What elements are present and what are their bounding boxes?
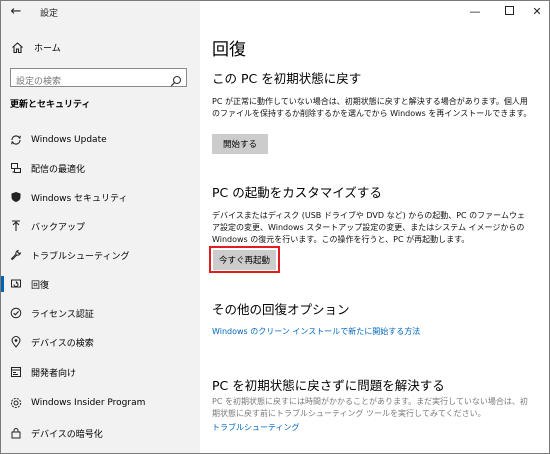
find-device-icon	[10, 336, 22, 348]
get-started-button[interactable]: 開始する	[212, 134, 268, 154]
sidebar-item-label: デバイスの暗号化	[31, 429, 103, 440]
fix-problems-heading: PC を初期状態に戻さずに問題を解決する	[212, 378, 445, 393]
sidebar-item-label: Windows セキュリティ	[31, 193, 128, 204]
restart-now-button[interactable]: 今すぐ再起動	[213, 250, 276, 270]
sidebar-item-delivery-optimization[interactable]: 配信の最適化	[1, 156, 200, 180]
sidebar-item-label: Windows Insider Program	[31, 398, 146, 408]
sidebar-item-label: 配信の最適化	[31, 164, 86, 175]
minimize-button[interactable]: —	[461, 2, 489, 22]
maximize-button[interactable]	[495, 2, 523, 22]
advanced-startup-description: デバイスまたはディスク (USB ドライブや DVD など) からの起動、PC …	[212, 211, 525, 244]
advanced-startup-heading: PC の起動をカスタマイズする	[212, 185, 382, 200]
sidebar-item-troubleshoot[interactable]: トラブルシューティング	[1, 243, 200, 267]
more-recovery-heading: その他の回復オプション	[212, 302, 350, 317]
troubleshoot-link[interactable]: トラブルシューティング	[212, 422, 300, 433]
fix-problems-description: PC を初期状態に戻すには時間がかかることがあります。まだ実行していない場合は、…	[212, 397, 528, 418]
sidebar-item-developers[interactable]: 開発者向け	[1, 360, 200, 384]
reset-description: PC が正常に動作していない場合は、初期状態に戻すと解決する場合があります。個人…	[212, 97, 532, 118]
activation-check-icon	[10, 307, 22, 319]
sidebar-item-label: デバイスの検索	[31, 338, 94, 349]
sync-icon	[10, 134, 22, 146]
sidebar-section-heading: 更新とセキュリティ	[10, 100, 91, 110]
developer-icon	[10, 366, 22, 378]
close-button[interactable]: ✕	[523, 2, 549, 22]
sidebar-item-label: 開発者向け	[31, 368, 77, 379]
search-icon[interactable]	[170, 72, 182, 87]
back-arrow-icon[interactable]: ←	[7, 4, 25, 20]
maximize-icon	[504, 6, 514, 15]
shield-icon	[10, 191, 22, 203]
sidebar-item-recovery[interactable]: 回復	[1, 272, 200, 296]
insider-icon	[10, 397, 22, 409]
main-content: 回復 この PC を初期状態に戻す PC が正常に動作していない場合は、初期状態…	[200, 1, 549, 453]
sidebar-home-label: ホーム	[34, 43, 61, 54]
sidebar: ホーム 更新とセキュリティ Windows Update 配信の最適化	[1, 1, 200, 453]
delivery-optimization-icon	[10, 162, 22, 174]
sidebar-item-device-encryption[interactable]: デバイスの暗号化	[1, 421, 200, 445]
reset-heading: この PC を初期状態に戻す	[212, 71, 362, 86]
title-bar: ← 設定 — ✕	[1, 1, 549, 23]
sidebar-item-label: ライセンス認証	[31, 309, 94, 320]
home-icon	[10, 40, 24, 54]
wrench-icon	[10, 249, 22, 261]
clean-install-link[interactable]: Windows のクリーン インストールで新たに開始する方法	[212, 326, 420, 337]
search-box[interactable]	[10, 68, 187, 91]
app-title: 設定	[40, 9, 59, 19]
sidebar-item-label: トラブルシューティング	[31, 251, 130, 262]
backup-arrow-icon	[10, 220, 22, 232]
sidebar-item-label: Windows Update	[31, 135, 107, 145]
sidebar-item-insider[interactable]: Windows Insider Program	[1, 391, 200, 415]
sidebar-home[interactable]: ホーム	[10, 39, 61, 55]
sidebar-item-activation[interactable]: ライセンス認証	[1, 301, 200, 325]
settings-window: ← 設定 — ✕ ホーム 更新とセキュリティ Windows Update	[0, 0, 550, 454]
recovery-icon	[10, 278, 22, 290]
search-input[interactable]	[11, 73, 161, 91]
sidebar-item-label: 回復	[31, 280, 50, 291]
sidebar-item-backup[interactable]: バックアップ	[1, 214, 200, 238]
sidebar-item-windows-update[interactable]: Windows Update	[1, 128, 200, 152]
sidebar-item-find-device[interactable]: デバイスの検索	[1, 330, 200, 354]
sidebar-item-windows-security[interactable]: Windows セキュリティ	[1, 185, 200, 209]
sidebar-item-label: バックアップ	[31, 222, 86, 233]
lock-icon	[10, 427, 22, 439]
page-title: 回復	[212, 40, 246, 60]
